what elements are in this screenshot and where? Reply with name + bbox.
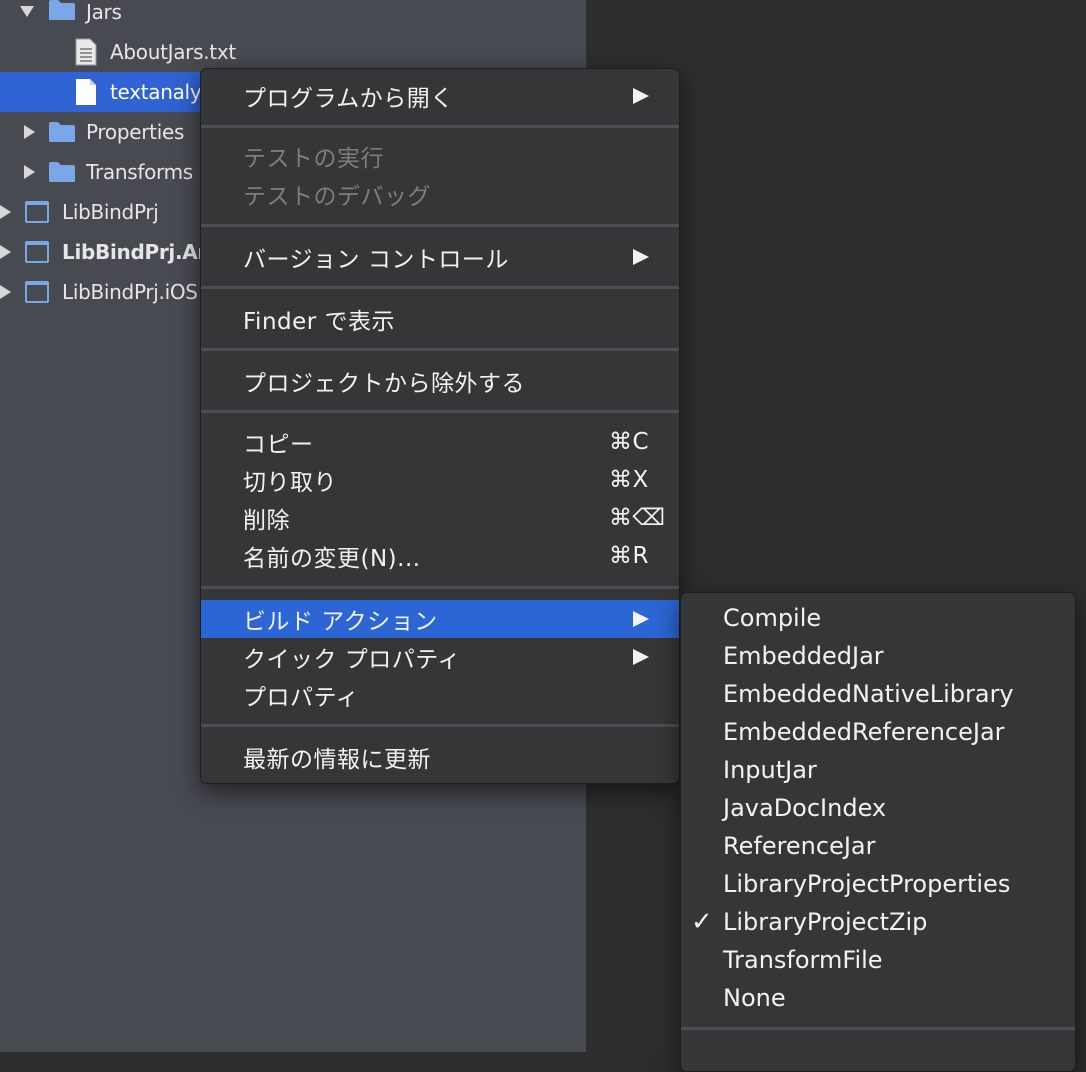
submenu-item-label: EmbeddedNativeLibrary xyxy=(723,680,1014,708)
disclosure-collapsed-icon[interactable] xyxy=(24,125,35,139)
menu-item-quick-properties[interactable]: クイック プロパティ xyxy=(201,638,679,676)
menu-shortcut: ⌘X xyxy=(609,467,649,493)
menu-item-build-action[interactable]: ビルド アクション xyxy=(201,600,679,638)
submenu-arrow-icon xyxy=(633,88,649,104)
submenu-item-label: ReferenceJar xyxy=(723,832,876,860)
file-icon xyxy=(76,79,96,105)
build-action-javadocindex[interactable]: JavaDocIndex xyxy=(681,789,1075,827)
build-action-libraryprojectproperties[interactable]: LibraryProjectProperties xyxy=(681,865,1075,903)
submenu-arrow-icon xyxy=(633,249,649,265)
menu-item-version-control[interactable]: バージョン コントロール xyxy=(201,238,679,276)
menu-item-label: バージョン コントロール xyxy=(243,247,509,273)
text-file-icon xyxy=(75,38,97,66)
menu-separator xyxy=(201,224,679,227)
folder-icon xyxy=(49,122,75,142)
menu-item-label: 削除 xyxy=(243,508,290,534)
menu-item-label: 切り取り xyxy=(243,470,337,496)
menu-item-properties[interactable]: プロパティ xyxy=(201,676,679,714)
tree-item-jars[interactable]: Jars xyxy=(0,0,586,32)
disclosure-collapsed-icon[interactable] xyxy=(0,245,11,259)
menu-item-label: クイック プロパティ xyxy=(243,647,461,673)
menu-separator xyxy=(201,348,679,351)
tree-item-label: Jars xyxy=(86,0,122,24)
menu-item-cut[interactable]: 切り取り ⌘X xyxy=(201,461,679,499)
menu-item-delete[interactable]: 削除 ⌘⌫ xyxy=(201,499,679,537)
submenu-item-label: JavaDocIndex xyxy=(723,794,887,822)
menu-shortcut: ⌘⌫ xyxy=(609,505,666,531)
submenu-item-label: LibraryProjectZip xyxy=(723,908,928,936)
menu-item-label: プロジェクトから除外する xyxy=(243,371,525,397)
menu-separator xyxy=(201,125,679,128)
menu-shortcut: ⌘R xyxy=(609,543,649,569)
menu-item-label: コピー xyxy=(243,432,314,458)
tree-item-aboutjars[interactable]: AboutJars.txt xyxy=(0,32,586,72)
build-action-transformfile[interactable]: TransformFile xyxy=(681,941,1075,979)
menu-item-label: ビルド アクション xyxy=(243,609,438,635)
menu-separator xyxy=(201,586,679,589)
menu-item-label: テストのデバッグ xyxy=(243,184,431,210)
tree-item-label: LibBindPrj.Ar xyxy=(62,240,207,264)
submenu-arrow-icon xyxy=(633,611,649,627)
submenu-item-label: TransformFile xyxy=(723,946,883,974)
build-action-none[interactable]: None xyxy=(681,979,1075,1017)
menu-item-label: 名前の変更(N)... xyxy=(243,546,421,572)
tree-item-label: LibBindPrj xyxy=(62,200,159,224)
disclosure-collapsed-icon[interactable] xyxy=(24,165,35,179)
submenu-item-label: EmbeddedReferenceJar xyxy=(723,718,1005,746)
menu-item-run-tests: テストの実行 xyxy=(201,137,679,175)
menu-item-label: テストの実行 xyxy=(243,146,384,172)
submenu-item-label: LibraryProjectProperties xyxy=(723,870,1011,898)
tree-item-label: Transforms xyxy=(86,160,193,184)
tree-item-label: textanaly xyxy=(110,80,202,104)
submenu-item-label: None xyxy=(723,984,786,1012)
folder-icon xyxy=(49,0,75,20)
menu-separator xyxy=(201,410,679,413)
folder-icon xyxy=(49,162,75,182)
menu-item-label: プロパティ xyxy=(243,685,360,711)
project-icon xyxy=(25,281,49,303)
submenu-item-label: EmbeddedJar xyxy=(723,642,884,670)
menu-item-label: Finder で表示 xyxy=(243,309,396,335)
checkmark-icon: ✓ xyxy=(691,907,713,937)
menu-item-label: 最新の情報に更新 xyxy=(243,747,431,773)
menu-item-rename[interactable]: 名前の変更(N)... ⌘R xyxy=(201,537,679,575)
submenu-item-label: InputJar xyxy=(723,756,817,784)
disclosure-expanded-icon[interactable] xyxy=(20,6,34,17)
tree-item-label: Properties xyxy=(86,120,185,144)
tree-item-label: AboutJars.txt xyxy=(110,40,236,64)
project-icon xyxy=(25,201,49,223)
submenu-item-label: Compile xyxy=(723,604,822,632)
menu-separator xyxy=(201,724,679,727)
tree-item-label: LibBindPrj.iOS xyxy=(62,280,198,304)
menu-separator xyxy=(201,286,679,289)
menu-item-open-with[interactable]: プログラムから開く xyxy=(201,77,679,115)
build-action-embeddedreferencejar[interactable]: EmbeddedReferenceJar xyxy=(681,713,1075,751)
menu-item-label: プログラムから開く xyxy=(243,86,454,112)
disclosure-collapsed-icon[interactable] xyxy=(0,285,11,299)
submenu-arrow-icon xyxy=(633,649,649,665)
build-action-compile[interactable]: Compile xyxy=(681,599,1075,637)
menu-item-copy[interactable]: コピー ⌘C xyxy=(201,423,679,461)
menu-item-exclude-from-project[interactable]: プロジェクトから除外する xyxy=(201,362,679,400)
menu-item-debug-tests: テストのデバッグ xyxy=(201,175,679,213)
menu-item-refresh[interactable]: 最新の情報に更新 xyxy=(201,738,679,776)
context-menu: プログラムから開く テストの実行 テストのデバッグ バージョン コントロール F… xyxy=(200,68,680,784)
build-action-inputjar[interactable]: InputJar xyxy=(681,751,1075,789)
disclosure-collapsed-icon[interactable] xyxy=(0,205,11,219)
menu-item-show-in-finder[interactable]: Finder で表示 xyxy=(201,300,679,338)
menu-separator xyxy=(681,1027,1075,1030)
build-action-libraryprojectzip[interactable]: ✓ LibraryProjectZip xyxy=(681,903,1075,941)
project-icon xyxy=(25,241,49,263)
build-action-embeddednativelibrary[interactable]: EmbeddedNativeLibrary xyxy=(681,675,1075,713)
build-action-referencejar[interactable]: ReferenceJar xyxy=(681,827,1075,865)
build-action-embeddedjar[interactable]: EmbeddedJar xyxy=(681,637,1075,675)
build-action-submenu: Compile EmbeddedJar EmbeddedNativeLibrar… xyxy=(680,592,1076,1072)
menu-shortcut: ⌘C xyxy=(609,429,650,455)
